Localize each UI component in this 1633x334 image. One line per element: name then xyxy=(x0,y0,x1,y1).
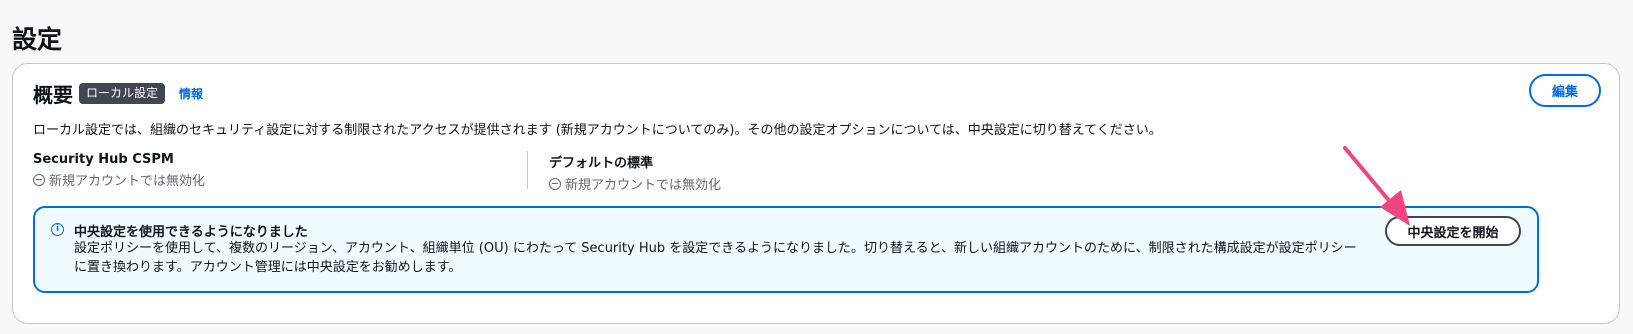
overview-header: 概要 ローカル設定 情報 xyxy=(33,79,203,108)
security-hub-cspm-status-text: 新規アカウントでは無効化 xyxy=(49,174,206,189)
default-standards-status-text: 新規アカウントでは無効化 xyxy=(565,178,722,193)
info-icon: i xyxy=(51,223,64,236)
alert-body: 設定ポリシーを使用して、複数のリージョン、アカウント、組織単位 (OU) にわた… xyxy=(74,241,1357,275)
security-hub-cspm-column: Security Hub CSPM 新規アカウントでは無効化 xyxy=(33,152,205,189)
local-settings-badge: ローカル設定 xyxy=(79,83,166,104)
edit-button[interactable]: 編集 xyxy=(1529,74,1601,107)
default-standards-label: デフォルトの標準 xyxy=(549,156,654,171)
overview-description: ローカル設定では、組織のセキュリティ設定に対する制限されたアクセスが提供されます… xyxy=(33,123,1162,138)
alert-title: 中央設定を使用できるようになりました xyxy=(74,225,308,240)
central-configuration-alert: i 中央設定を使用できるようになりました 設定ポリシーを使用して、複数のリージョ… xyxy=(33,206,1539,293)
minus-circle-icon xyxy=(33,173,45,186)
overview-card: 概要 ローカル設定 情報 編集 ローカル設定では、組織のセキュリティ設定に対する… xyxy=(12,63,1620,324)
default-standards-column: デフォルトの標準 新規アカウントでは無効化 xyxy=(549,152,721,193)
info-link[interactable]: 情報 xyxy=(179,85,203,102)
page-title: 設定 xyxy=(12,25,63,54)
default-standards-status: 新規アカウントでは無効化 xyxy=(549,174,721,193)
overview-title: 概要 xyxy=(33,83,73,107)
security-hub-cspm-status: 新規アカウントでは無効化 xyxy=(33,170,205,189)
column-divider xyxy=(527,151,528,189)
minus-circle-icon xyxy=(549,177,561,190)
start-central-configuration-button[interactable]: 中央設定を開始 xyxy=(1385,216,1521,246)
security-hub-cspm-label: Security Hub CSPM xyxy=(33,152,174,167)
